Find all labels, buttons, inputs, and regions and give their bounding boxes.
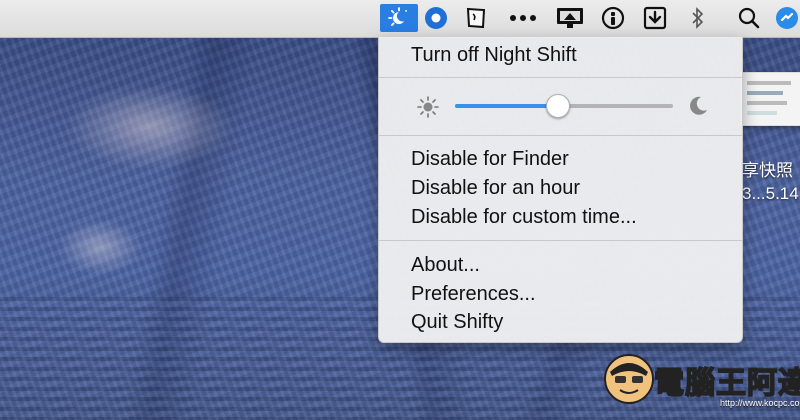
info-icon[interactable]: [599, 4, 627, 32]
display-icon[interactable]: [554, 4, 586, 32]
menu-item-disable-for-custom-time[interactable]: Disable for custom time...: [411, 205, 637, 229]
shifty-dropdown-menu: Turn off Night Shift Disable for Finder …: [378, 37, 743, 343]
blue-circle-icon[interactable]: [423, 4, 449, 32]
search-icon[interactable]: [735, 4, 763, 32]
more-icon[interactable]: [508, 4, 538, 32]
screenshot-preview-thumbnail[interactable]: [740, 72, 800, 126]
menu-item-turn-off-night-shift[interactable]: Turn off Night Shift: [411, 43, 577, 67]
mascot-icon: [604, 354, 654, 404]
menu-separator: [379, 77, 742, 78]
notification-icon[interactable]: [774, 4, 800, 32]
menu-bar: [0, 0, 800, 38]
sun-icon: [417, 96, 439, 123]
moon-icon: [687, 95, 709, 122]
menu-item-disable-for-an-hour[interactable]: Disable for an hour: [411, 176, 580, 200]
menu-item-preferences[interactable]: Preferences...: [411, 282, 536, 306]
menu-separator: [379, 240, 742, 241]
menu-item-about[interactable]: About...: [411, 253, 480, 277]
watermark-text: 電腦王阿達: [653, 366, 800, 401]
download-icon[interactable]: [641, 4, 669, 32]
watermark-url: http://www.kocpc.com.tw: [720, 398, 800, 408]
bluetooth-icon[interactable]: [686, 4, 710, 32]
preview-label-1: 享快照: [742, 161, 793, 180]
script-icon[interactable]: [462, 4, 490, 32]
night-shift-slider-fill: [455, 104, 558, 108]
shifty-icon[interactable]: [380, 4, 418, 32]
menu-item-quit-shifty[interactable]: Quit Shifty: [411, 310, 503, 334]
watermark-logo: 電腦王阿達 http://www.kocpc.com.tw: [600, 350, 800, 420]
menu-item-disable-for-finder[interactable]: Disable for Finder: [411, 147, 569, 171]
preview-label-2: 3...5.14: [742, 184, 799, 203]
menu-separator: [379, 135, 742, 136]
night-shift-slider-knob[interactable]: [546, 94, 571, 118]
